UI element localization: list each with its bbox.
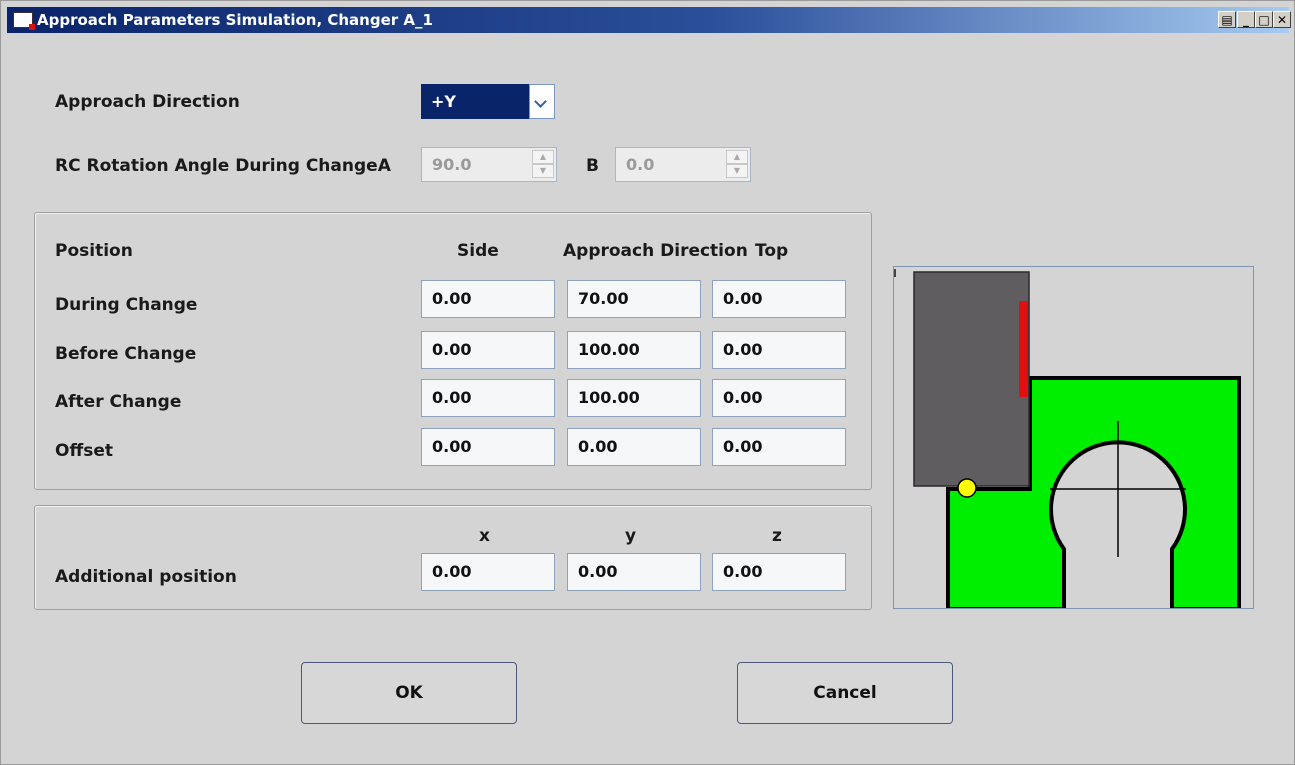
additional-z-field[interactable]: 0.00 [712, 553, 846, 591]
approach-direction-header: Approach Direction [563, 241, 748, 261]
offset-approach-field[interactable]: 0.00 [567, 428, 701, 466]
app-icon [13, 12, 35, 30]
print-icon[interactable]: ▤ [1218, 11, 1236, 28]
close-button[interactable]: ✕ [1273, 11, 1291, 28]
before-change-approach-field[interactable]: 100.00 [567, 331, 701, 369]
rotation-b-label: B [586, 156, 599, 176]
window-title: Approach Parameters Simulation, Changer … [37, 11, 433, 29]
rotation-a-spinner[interactable]: 90.0 ▲ ▼ [421, 147, 557, 182]
dialog-window: Approach Parameters Simulation, Changer … [0, 0, 1295, 765]
offset-side-field[interactable]: 0.00 [421, 428, 555, 466]
side-header: Side [457, 241, 499, 261]
chevron-down-icon[interactable] [529, 84, 555, 119]
additional-x-field[interactable]: 0.00 [421, 553, 555, 591]
marker-bar [1019, 301, 1028, 397]
rotation-b-value: 0.0 [626, 155, 655, 174]
rotation-b-spinner[interactable]: 0.0 ▲ ▼ [615, 147, 751, 182]
x-header: x [479, 526, 490, 546]
additional-position-label: Additional position [55, 567, 237, 587]
before-change-top-field[interactable]: 0.00 [712, 331, 846, 369]
during-change-side-field[interactable]: 0.00 [421, 280, 555, 318]
ok-button[interactable]: OK [301, 662, 517, 724]
row-label-after-change: After Change [55, 392, 182, 412]
minimize-button[interactable]: _ [1237, 11, 1255, 28]
rotation-a-label: A [377, 156, 391, 176]
spinner-arrows-icon[interactable]: ▲ ▼ [532, 150, 554, 179]
y-header: y [625, 526, 637, 546]
approach-direction-value[interactable]: +Y [421, 84, 529, 119]
additional-y-field[interactable]: 0.00 [567, 553, 701, 591]
position-header: Position [55, 241, 133, 261]
maximize-button[interactable]: □ [1255, 11, 1273, 28]
simulation-graphic [894, 267, 1253, 608]
after-change-top-field[interactable]: 0.00 [712, 379, 846, 417]
before-change-side-field[interactable]: 0.00 [421, 331, 555, 369]
spinner-arrows-icon[interactable]: ▲ ▼ [726, 150, 748, 179]
rotation-a-value: 90.0 [432, 155, 472, 174]
cancel-button[interactable]: Cancel [737, 662, 953, 724]
rotation-angle-label: RC Rotation Angle During ChangeA [55, 156, 391, 176]
offset-top-field[interactable]: 0.00 [712, 428, 846, 466]
during-change-top-field[interactable]: 0.00 [712, 280, 846, 318]
during-change-approach-field[interactable]: 70.00 [567, 280, 701, 318]
row-label-offset: Offset [55, 441, 113, 461]
after-change-side-field[interactable]: 0.00 [421, 379, 555, 417]
title-bar[interactable]: Approach Parameters Simulation, Changer … [7, 7, 1291, 33]
reference-point [957, 478, 977, 498]
row-label-during-change: During Change [55, 295, 198, 315]
approach-direction-select[interactable]: +Y [421, 84, 555, 119]
top-header: Top [755, 241, 789, 261]
after-change-approach-field[interactable]: 100.00 [567, 379, 701, 417]
approach-direction-label: Approach Direction [55, 92, 240, 112]
z-header: z [772, 526, 782, 546]
changer-shuttle [913, 271, 1030, 487]
row-label-before-change: Before Change [55, 344, 197, 364]
simulation-view [893, 266, 1254, 609]
